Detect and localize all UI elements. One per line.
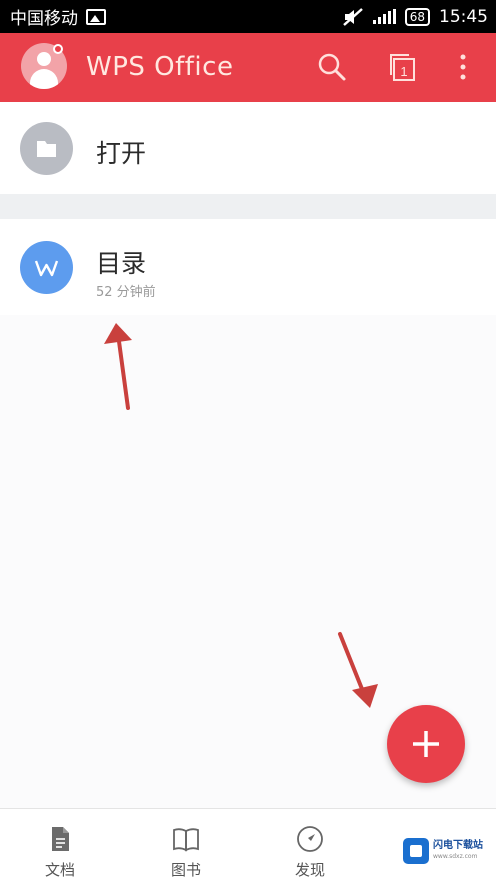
nav-label-docs: 文档 — [44, 861, 75, 879]
nav-label-discover: 发现 — [294, 861, 325, 879]
compass-icon — [297, 826, 323, 852]
app-bar: WPS Office 1 — [0, 33, 496, 102]
folder-icon — [37, 141, 56, 157]
more-button[interactable] — [445, 49, 481, 85]
app-title: WPS Office — [86, 52, 234, 82]
search-button[interactable] — [314, 49, 350, 85]
document-icon — [52, 827, 69, 851]
search-icon — [318, 53, 346, 81]
file-icon-circle — [20, 241, 73, 294]
section-divider — [0, 194, 496, 219]
open-row[interactable]: 打开 — [0, 102, 496, 194]
status-bar: 中国移动 68 15:45 — [0, 0, 496, 33]
mute-icon — [342, 7, 363, 26]
watermark-text: 闪电下载站 — [433, 840, 483, 851]
carrier-name: 中国移动 — [10, 9, 78, 29]
screen: 中国移动 68 15:45 WPS Office 1 打开 目录 52 分钟前 … — [0, 0, 496, 886]
image-notification-icon — [86, 8, 106, 25]
watermark: 闪电下载站 www.sdxz.com — [403, 836, 493, 866]
more-vert-icon — [460, 54, 466, 80]
notification-dot — [53, 44, 63, 54]
plus-icon — [413, 731, 439, 757]
nav-item-docs[interactable]: 文档 — [10, 809, 110, 886]
clock: 15:45 — [439, 6, 488, 27]
status-right: 68 15:45 — [342, 7, 488, 27]
tabs-button[interactable]: 1 — [385, 49, 421, 85]
annotation-arrow-down — [338, 632, 378, 708]
recent-file-row[interactable]: 目录 52 分钟前 — [0, 219, 496, 315]
nav-label-books: 图书 — [170, 861, 201, 879]
annotation-arrow-up — [104, 323, 132, 410]
open-label: 打开 — [96, 139, 147, 168]
nav-item-discover[interactable]: 发现 — [260, 809, 360, 886]
signal-icon — [372, 9, 396, 24]
open-circle — [20, 122, 73, 175]
new-document-fab[interactable] — [387, 705, 465, 783]
tabs-icon: 1 — [390, 54, 415, 81]
tab-count: 1 — [400, 64, 407, 79]
file-time: 52 分钟前 — [96, 285, 156, 300]
wps-writer-icon — [34, 260, 59, 277]
nav-item-books[interactable]: 图书 — [136, 809, 236, 886]
battery-icon: 68 — [404, 7, 430, 26]
watermark-sub: www.sdxz.com — [433, 853, 478, 860]
watermark-logo-icon — [403, 838, 429, 864]
book-icon — [173, 828, 199, 852]
file-name: 目录 — [96, 249, 147, 278]
